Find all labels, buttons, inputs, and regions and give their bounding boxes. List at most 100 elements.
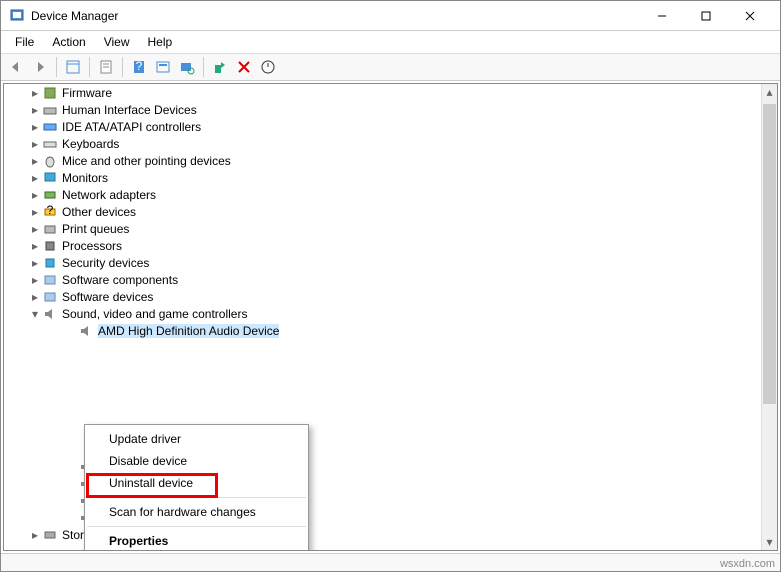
scroll-thumb[interactable] bbox=[763, 104, 776, 404]
tree-item-label: Security devices bbox=[62, 256, 149, 270]
tree-item[interactable]: ▸ IDE ATA/ATAPI controllers bbox=[4, 118, 761, 135]
device-icon bbox=[42, 85, 58, 101]
close-button[interactable] bbox=[728, 2, 772, 30]
tree-item[interactable]: ▸ Firmware bbox=[4, 84, 761, 101]
device-icon bbox=[42, 136, 58, 152]
device-icon bbox=[42, 238, 58, 254]
tree-item[interactable]: ▸ Processors bbox=[4, 237, 761, 254]
scroll-down-arrow[interactable]: ▾ bbox=[762, 534, 777, 550]
menu-file[interactable]: File bbox=[7, 33, 42, 51]
minimize-button[interactable] bbox=[640, 2, 684, 30]
tree-item-label: Monitors bbox=[62, 171, 108, 185]
expand-icon[interactable]: ▸ bbox=[28, 103, 42, 117]
toolbar: ? bbox=[1, 53, 780, 81]
expand-icon[interactable]: ▸ bbox=[28, 171, 42, 185]
uninstall-button[interactable] bbox=[233, 56, 255, 78]
scroll-up-arrow[interactable]: ▴ bbox=[762, 84, 777, 100]
statusbar bbox=[1, 553, 780, 571]
svg-text:?: ? bbox=[47, 204, 54, 217]
show-hide-tree-button[interactable] bbox=[62, 56, 84, 78]
separator bbox=[89, 57, 90, 77]
tree-item-label: Software components bbox=[62, 273, 178, 287]
separator bbox=[203, 57, 204, 77]
tree-item[interactable]: ▸ Mice and other pointing devices bbox=[4, 152, 761, 169]
device-icon bbox=[42, 272, 58, 288]
ctx-disable-device[interactable]: Disable device bbox=[85, 450, 308, 472]
tree-item-label: Firmware bbox=[62, 86, 112, 100]
ctx-update-driver[interactable]: Update driver bbox=[85, 428, 308, 450]
back-button[interactable] bbox=[5, 56, 27, 78]
scan-button[interactable] bbox=[176, 56, 198, 78]
device-icon bbox=[42, 255, 58, 271]
ctx-separator bbox=[87, 526, 306, 527]
expand-icon[interactable]: ▸ bbox=[28, 222, 42, 236]
forward-button[interactable] bbox=[29, 56, 51, 78]
device-icon: ? bbox=[42, 204, 58, 220]
disable-button[interactable] bbox=[257, 56, 279, 78]
expand-icon[interactable]: ▸ bbox=[28, 154, 42, 168]
tree-item-label: Sound, video and game controllers bbox=[62, 307, 247, 321]
tree-item-label: IDE ATA/ATAPI controllers bbox=[62, 120, 201, 134]
device-icon bbox=[42, 527, 58, 543]
tree-item[interactable]: ▸? Other devices bbox=[4, 203, 761, 220]
tree-item-label: Network adapters bbox=[62, 188, 156, 202]
tree-item[interactable]: ▸ Software components bbox=[4, 271, 761, 288]
expand-icon[interactable]: ▸ bbox=[28, 188, 42, 202]
properties-button[interactable] bbox=[95, 56, 117, 78]
menu-help[interactable]: Help bbox=[140, 33, 181, 51]
tree-item[interactable]: ▸ Keyboards bbox=[4, 135, 761, 152]
tree-item-label: Processors bbox=[62, 239, 122, 253]
tree-item-label: Keyboards bbox=[62, 137, 119, 151]
device-icon bbox=[42, 187, 58, 203]
separator bbox=[122, 57, 123, 77]
device-icon bbox=[42, 119, 58, 135]
device-icon bbox=[42, 153, 58, 169]
tree-item-label: Software devices bbox=[62, 290, 153, 304]
tree-item[interactable]: ▸Human Interface Devices bbox=[4, 101, 761, 118]
ctx-scan-hardware[interactable]: Scan for hardware changes bbox=[85, 501, 308, 523]
tree-item-label: Mice and other pointing devices bbox=[62, 154, 231, 168]
menubar: File Action View Help bbox=[1, 31, 780, 53]
tree-item[interactable]: ▸ Security devices bbox=[4, 254, 761, 271]
vertical-scrollbar[interactable]: ▴ ▾ bbox=[761, 84, 777, 550]
device-manager-window: Device Manager File Action View Help ? ▸… bbox=[0, 0, 781, 572]
app-icon bbox=[9, 8, 25, 24]
expand-icon[interactable]: ▸ bbox=[28, 205, 42, 219]
ctx-uninstall-device[interactable]: Uninstall device bbox=[85, 472, 308, 494]
window-title: Device Manager bbox=[31, 9, 640, 23]
expand-icon[interactable]: ▸ bbox=[28, 273, 42, 287]
expand-icon[interactable]: ▸ bbox=[28, 239, 42, 253]
device-icon bbox=[42, 170, 58, 186]
expand-icon[interactable]: ▾ bbox=[28, 307, 42, 321]
content-area: ▸Firmware▸Human Interface Devices▸IDE AT… bbox=[3, 83, 778, 551]
svg-text:?: ? bbox=[136, 59, 143, 73]
tree-item[interactable]: ▾ Sound, video and game controllers bbox=[4, 305, 761, 322]
expand-icon[interactable]: ▸ bbox=[28, 86, 42, 100]
tree-item[interactable]: ▸Print queues bbox=[4, 220, 761, 237]
expand-icon[interactable]: ▸ bbox=[28, 137, 42, 151]
update-driver-button[interactable] bbox=[209, 56, 231, 78]
titlebar: Device Manager bbox=[1, 1, 780, 31]
device-icon bbox=[42, 306, 58, 322]
maximize-button[interactable] bbox=[684, 2, 728, 30]
tree-item[interactable]: ▸ Network adapters bbox=[4, 186, 761, 203]
expand-icon[interactable]: ▸ bbox=[28, 290, 42, 304]
expand-icon[interactable]: ▸ bbox=[28, 120, 42, 134]
tree-item-label: Other devices bbox=[62, 205, 136, 219]
expand-icon[interactable]: ▸ bbox=[28, 528, 42, 542]
device-icon bbox=[42, 102, 58, 118]
device-icon bbox=[42, 289, 58, 305]
ctx-separator bbox=[87, 497, 306, 498]
context-menu: Update driver Disable device Uninstall d… bbox=[84, 424, 309, 551]
device-icon bbox=[42, 221, 58, 237]
menu-view[interactable]: View bbox=[96, 33, 138, 51]
ctx-properties[interactable]: Properties bbox=[85, 530, 308, 551]
menu-action[interactable]: Action bbox=[44, 33, 93, 51]
watermark: wsxdn.com bbox=[720, 558, 775, 570]
tree-item[interactable]: ▸ Monitors bbox=[4, 169, 761, 186]
tree-item[interactable]: AMD High Definition Audio Device bbox=[4, 322, 761, 339]
expand-icon[interactable]: ▸ bbox=[28, 256, 42, 270]
help-button[interactable]: ? bbox=[128, 56, 150, 78]
action-button[interactable] bbox=[152, 56, 174, 78]
tree-item[interactable]: ▸ Software devices bbox=[4, 288, 761, 305]
